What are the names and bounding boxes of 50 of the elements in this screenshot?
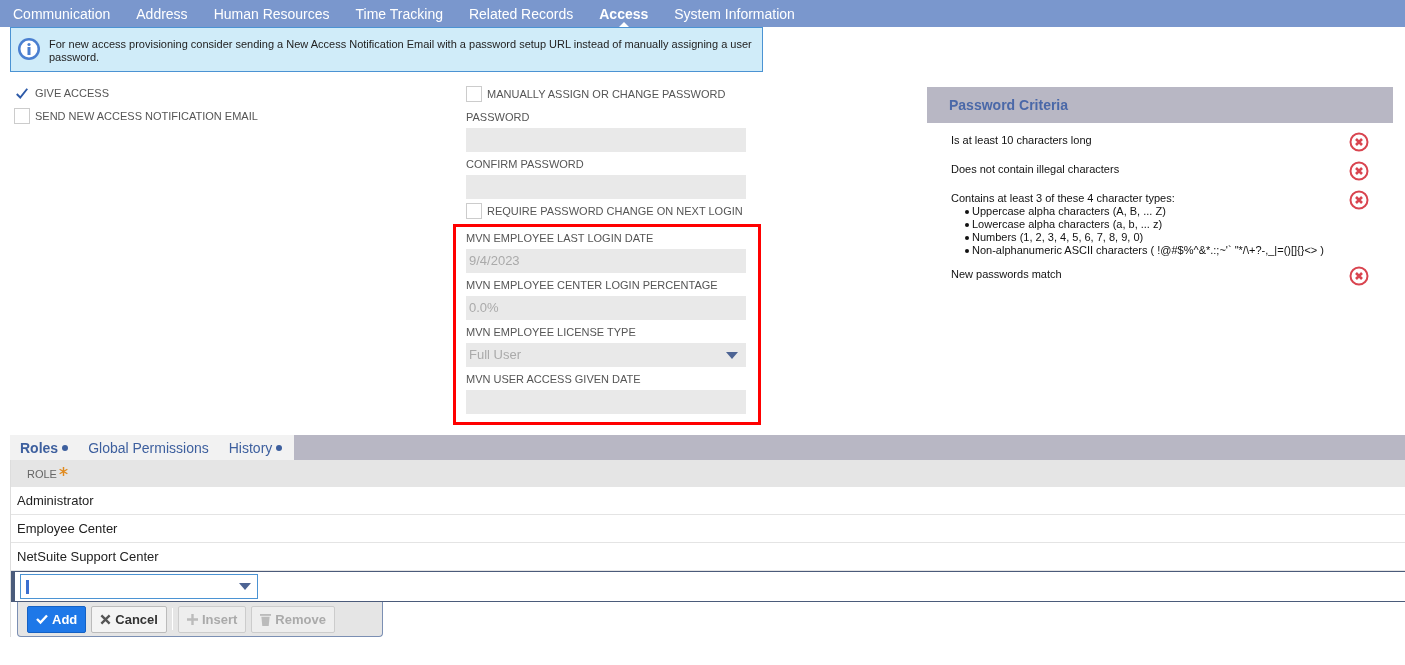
notice-text: For new access provisioning consider sending a New Access Notification Email with a password setup URL instead of manually assigning a user password. — [49, 37, 753, 64]
field-label: MVN EMPLOYEE CENTER LOGIN PERCENTAGE — [466, 279, 719, 293]
role-dropdown[interactable] — [20, 574, 258, 599]
tab[interactable]: Access — [599, 0, 649, 27]
subtab[interactable]: Global Permissions — [88, 439, 209, 456]
checkbox[interactable] — [14, 107, 30, 124]
plus-icon — [186, 613, 198, 625]
field-label: MVN USER ACCESS GIVEN DATE — [466, 373, 642, 387]
tab[interactable]: Human Resources — [213, 0, 330, 27]
select-field[interactable]: Full User — [466, 343, 746, 367]
column-header: ROLE — [11, 460, 1405, 487]
checkbox[interactable] — [466, 202, 482, 219]
tab[interactable]: Time Tracking — [355, 0, 443, 27]
criterion-text: Contains at least 3 of these 4 character types: — [951, 192, 1175, 204]
criterion-text: Is at least 10 characters long — [951, 134, 1092, 146]
field-label: PASSWORD — [466, 111, 531, 125]
checkbox-label: SEND NEW ACCESS NOTIFICATION EMAIL — [35, 109, 258, 122]
panel-title: Password Criteria — [949, 97, 1069, 113]
subtab[interactable]: Roles — [20, 439, 69, 456]
close-icon — [100, 613, 112, 625]
cancel-button[interactable]: Cancel — [91, 605, 167, 633]
criterion-bullet: Non-alphanumeric ASCII characters ( !@#$%^&*.:;~'` "*/\+?-,_|=()[]{}<> ) — [972, 244, 1324, 257]
criterion-text: Does not contain illegal characters — [951, 163, 1120, 175]
check-icon — [36, 613, 48, 625]
tab[interactable]: Related Records — [468, 0, 574, 27]
field-label: CONFIRM PASSWORD — [466, 158, 585, 172]
criterion-bullet: Numbers (1, 2, 3, 4, 5, 6, 7, 8, 9, 0) — [972, 231, 1144, 244]
trash-icon — [260, 612, 272, 626]
tab[interactable]: System Information — [674, 0, 795, 27]
input-field[interactable]: 9/4/2023 — [466, 249, 746, 273]
field-label: MVN EMPLOYEE LAST LOGIN DATE — [466, 232, 655, 246]
tab[interactable]: Address — [136, 0, 188, 27]
field-label: MVN EMPLOYEE LICENSE TYPE — [466, 326, 637, 340]
criterion-bullet: Uppercase alpha characters (A, B, ... Z) — [972, 205, 1166, 218]
subtab[interactable]: History — [228, 439, 283, 456]
table-row[interactable]: Administrator — [11, 487, 1405, 515]
caret-icon — [239, 583, 251, 590]
input-field[interactable]: 0.0% — [466, 296, 746, 320]
tab[interactable]: Communication — [13, 0, 111, 27]
criterion-bullet: Lowercase alpha characters (a, b, ... z) — [972, 218, 1163, 231]
checkbox[interactable] — [466, 85, 482, 102]
caret-icon — [726, 351, 738, 359]
checkbox-label: MANUALLY ASSIGN OR CHANGE PASSWORD — [487, 87, 726, 100]
checkbox-label: REQUIRE PASSWORD CHANGE ON NEXT LOGIN — [487, 204, 743, 217]
table-row[interactable]: Employee Center — [11, 515, 1405, 543]
info-icon — [17, 37, 41, 61]
table-row[interactable]: NetSuite Support Center — [11, 543, 1405, 571]
criterion-text: New passwords match — [951, 268, 1062, 280]
checkbox-label: GIVE ACCESS — [35, 86, 109, 99]
add-button[interactable]: Add — [27, 605, 87, 633]
